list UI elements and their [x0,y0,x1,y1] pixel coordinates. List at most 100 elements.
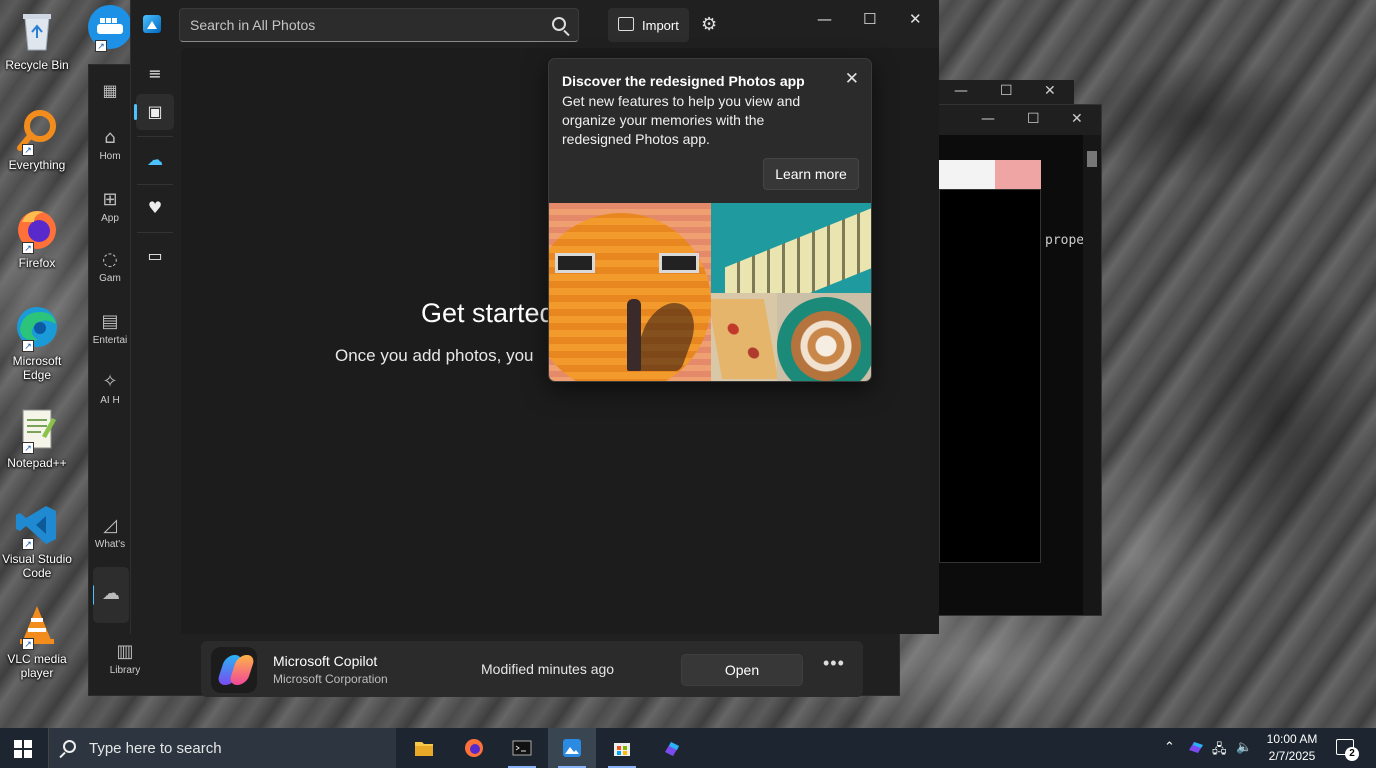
maximize-icon[interactable]: ☐ [1027,111,1040,127]
shortcut-arrow-icon: ↗ [22,144,34,156]
all-photos-icon[interactable]: ▣ [134,94,174,130]
terminal-titlebar[interactable]: — ☐ ✕ [939,105,1101,135]
taskbar-firefox[interactable] [450,728,498,768]
open-button[interactable]: Open [681,654,803,686]
photos-titlebar[interactable]: Import ⚙ — ☐ ✕ [131,0,939,48]
taskbar-search-placeholder: Type here to search [89,740,222,757]
art-coffee [777,293,871,381]
search-input[interactable] [190,15,530,35]
minimize-icon[interactable]: — [817,10,832,28]
taskbar-search-box[interactable]: Type here to search [48,728,396,768]
search-box[interactable] [179,8,579,42]
import-icon [618,17,634,31]
background-terminal-window[interactable]: — ☐ ✕ prope [938,104,1102,616]
store-nav-gaming[interactable]: ◌ Gam [89,249,131,284]
background-window-titlebar[interactable]: — ☐ ✕ [938,80,1074,106]
desktop-icon-label: Notepad++ [7,456,67,470]
photos-nav-rail: ≡ ▣ ☁ ♥ ▭ [131,48,179,634]
ai-hub-icon: ✧ [102,371,118,392]
store-icon [614,743,630,756]
show-hidden-icons[interactable]: ⌃ [1164,740,1175,755]
shortcut-arrow-icon: ↗ [22,242,34,254]
gaming-icon: ◌ [102,249,118,270]
network-icon[interactable]: 🖧 [1212,740,1227,762]
close-icon[interactable]: ✕ [1071,111,1083,127]
vlc-icon: ↗ [14,602,60,650]
windows-start-icon[interactable] [14,740,32,758]
copilot-icon [211,647,257,693]
m365-icon [665,742,679,756]
shortcut-arrow-icon: ↗ [22,442,34,454]
store-nav-apps[interactable]: ⊞ App [89,189,131,224]
desktop-icon-everything[interactable]: ↗ Everything [0,108,74,172]
get-started-title: Get started [421,298,555,328]
shortcut-arrow-icon: ↗ [22,638,34,650]
store-nav-whats-new[interactable]: ◿ What's [89,515,131,550]
store-nav-downloads[interactable]: ☁ [93,567,129,623]
inner-dialog-close-highlight[interactable] [995,160,1041,190]
taskbar-file-explorer[interactable] [400,728,448,768]
clock-date: 2/7/2025 [1268,749,1316,763]
import-button[interactable]: Import [608,8,689,42]
store-logo: ▦ [102,81,118,100]
onedrive-icon[interactable]: ☁ [136,142,174,178]
favorites-icon[interactable]: ♥ [136,190,174,226]
inner-dialog-body [939,189,1041,563]
firefox-icon: ↗ [14,206,60,254]
taskbar-m365[interactable] [648,728,696,768]
inner-dialog-titlebar [939,160,1041,190]
desktop-icon-recycle-bin[interactable]: Recycle Bin [0,8,74,72]
menu-icon[interactable]: ≡ [136,56,174,92]
apps-icon: ⊞ [102,189,118,210]
scrollbar-thumb[interactable] [1087,151,1097,167]
copilot-tray-icon[interactable] [1188,740,1204,758]
notification-count-badge: 2 [1345,747,1359,761]
store-nav-entertainment[interactable]: ▤ Entertai [89,311,131,346]
docker-icon: ↗ [87,4,133,52]
app-name: Microsoft Copilot [273,653,378,669]
taskbar-photos[interactable] [548,728,596,768]
art-food [711,293,777,381]
desktop-icon-vscode[interactable]: ↗ Visual Studio Code [0,502,74,580]
store-nav-ai-hub[interactable]: ✧ AI H [89,371,131,406]
close-icon[interactable]: ✕ [909,10,922,28]
entertainment-icon: ▤ [101,311,119,332]
everything-icon: ↗ [14,108,60,156]
photos-app-icon [143,15,161,33]
desktop-icon-vlc[interactable]: ↗ VLC media player [0,602,74,680]
popup-body: Get new features to help you view and or… [562,93,801,147]
redesign-popup: Discover the redesigned Photos app Get n… [548,58,872,382]
popup-title: Discover the redesigned Photos app [562,73,805,89]
gear-icon[interactable]: ⚙ [701,14,717,35]
maximize-icon[interactable]: ☐ [1000,83,1013,99]
system-clock[interactable]: 10:00 AM 2/7/2025 [1264,731,1320,765]
desktop-icon-label: VLC media player [7,652,67,680]
close-icon[interactable]: ✕ [1044,83,1056,99]
library-app-row[interactable]: Microsoft Copilot Microsoft Corporation … [201,641,863,697]
terminal-scrollbar[interactable] [1083,135,1101,615]
minimize-icon[interactable]: — [981,111,995,127]
store-nav-home[interactable]: ⌂ Hom [89,127,131,162]
desktop-icon-firefox[interactable]: ↗ Firefox [0,206,74,270]
search-icon [63,740,76,753]
maximize-icon[interactable]: ☐ [863,10,876,28]
volume-muted-icon[interactable]: 🔈 [1236,740,1252,755]
home-icon: ⌂ [104,127,116,148]
taskbar-store[interactable] [598,728,646,768]
minimize-icon[interactable]: — [954,83,968,99]
clock-time: 10:00 AM [1266,732,1318,746]
desktop-icon-label: Firefox [18,256,56,270]
taskbar-terminal[interactable] [498,728,546,768]
desktop-icon-edge[interactable]: ↗ Microsoft Edge [0,304,74,382]
close-icon[interactable]: ✕ [845,69,859,89]
get-started-subtitle: Once you add photos, you [335,346,534,365]
folders-icon[interactable]: ▭ [136,238,174,274]
more-options-button[interactable]: ••• [823,653,845,674]
vscode-icon: ↗ [14,502,60,550]
store-nav-library[interactable]: ▥ Library [89,641,161,676]
desktop-icon-notepadpp[interactable]: ↗ Notepad++ [0,406,74,470]
app-publisher: Microsoft Corporation [273,672,388,686]
learn-more-button[interactable]: Learn more [763,158,859,190]
search-icon[interactable] [552,17,566,31]
whats-new-icon: ◿ [103,515,117,536]
